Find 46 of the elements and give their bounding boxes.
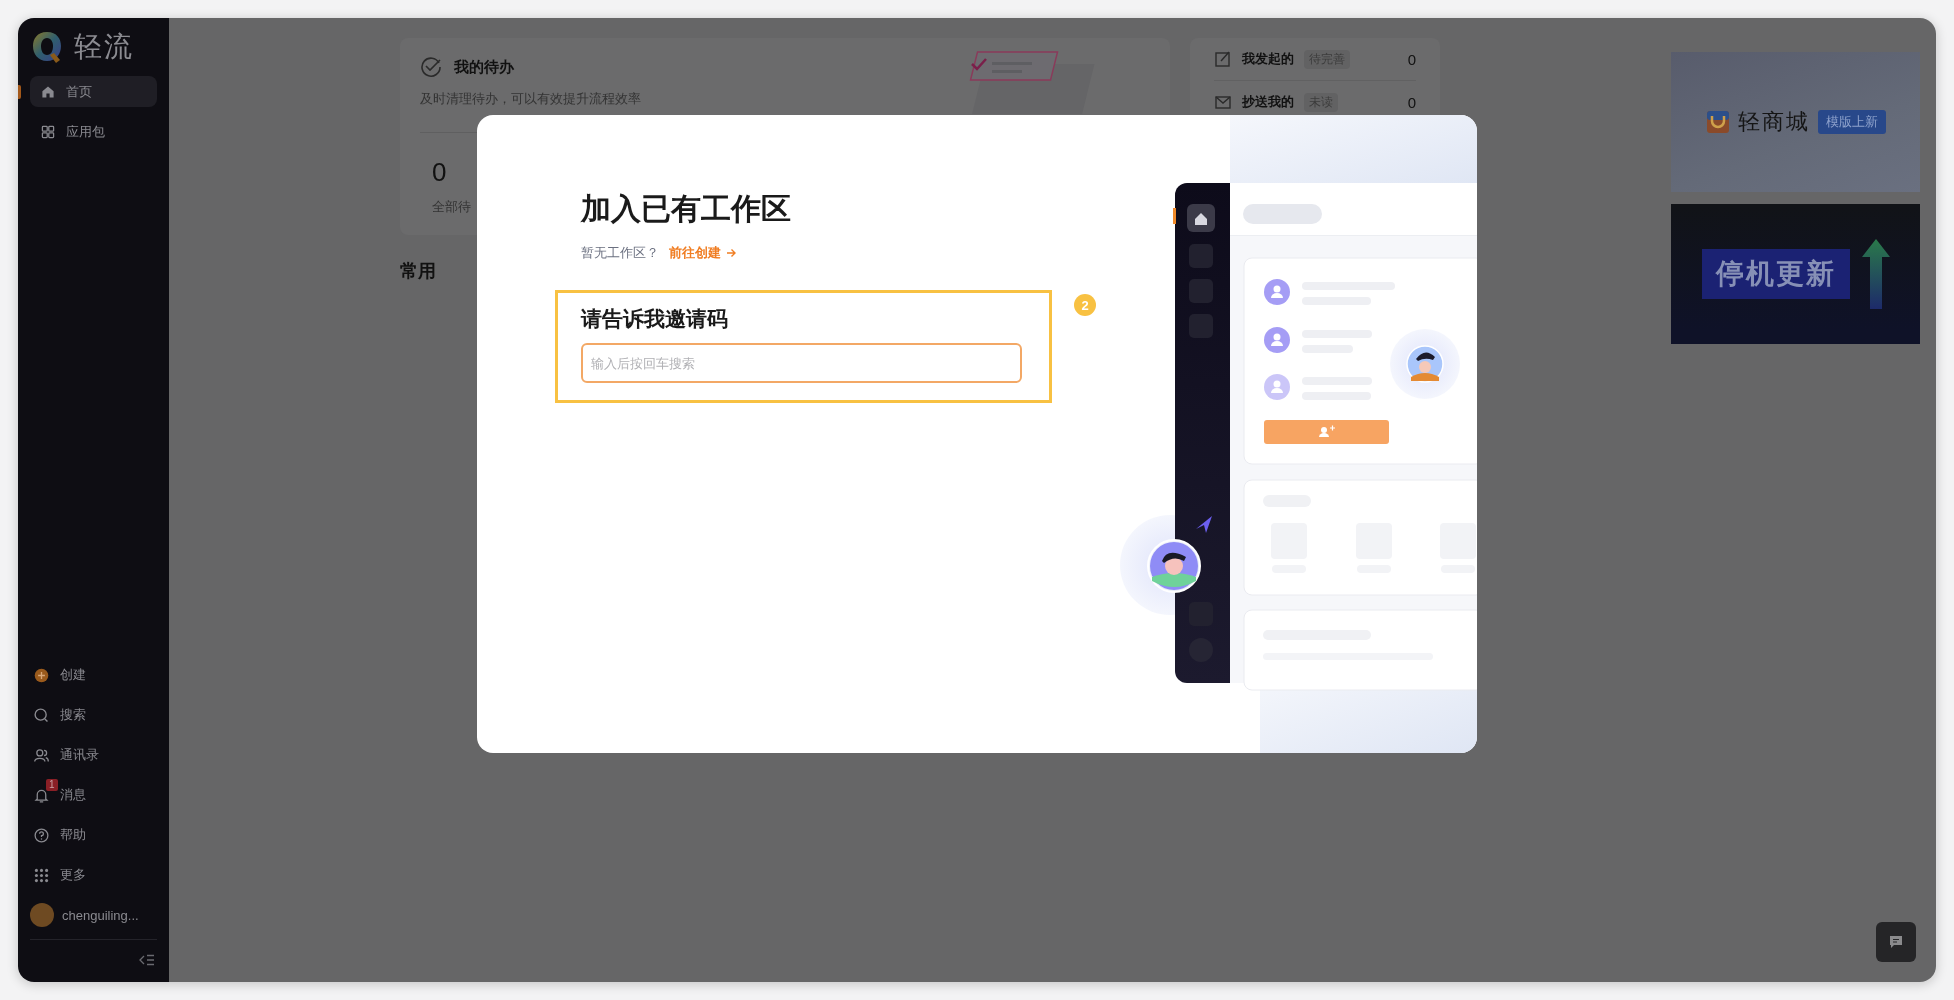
banner-title: 轻商城 bbox=[1737, 108, 1810, 136]
row-count: 0 bbox=[1407, 93, 1416, 111]
check-circle-icon bbox=[420, 56, 442, 78]
sidebar-item[interactable]: 通讯录 bbox=[18, 735, 169, 775]
banner-title: 停机更新 bbox=[1701, 249, 1850, 299]
sidebar-item[interactable]: 创建 bbox=[18, 655, 169, 695]
chat-button[interactable] bbox=[1876, 922, 1916, 962]
field-label: 请告诉我邀请码 bbox=[581, 306, 729, 332]
card-title: 我的待办 bbox=[454, 57, 514, 77]
promo-banner[interactable]: 停机更新 bbox=[1671, 204, 1920, 344]
help-icon bbox=[33, 826, 50, 844]
contacts-icon bbox=[33, 746, 50, 764]
sidebar-item[interactable]: 消息 1 bbox=[18, 775, 169, 815]
chat-icon bbox=[1889, 935, 1903, 949]
nav-item[interactable]: 首页 bbox=[30, 76, 157, 107]
collapse-icon[interactable] bbox=[139, 954, 155, 966]
grid-icon bbox=[40, 123, 56, 140]
active-indicator bbox=[18, 85, 21, 99]
edit-icon bbox=[1214, 50, 1232, 68]
user-avatar[interactable] bbox=[30, 903, 54, 927]
hint-text: 暂无工作区？ bbox=[581, 244, 659, 262]
section-title: 常用 bbox=[400, 260, 437, 283]
sidebar-item[interactable]: 更多 bbox=[18, 855, 169, 895]
todo-count: 0 bbox=[432, 157, 447, 188]
notification-badge: 1 bbox=[46, 779, 58, 791]
mail-icon bbox=[1214, 93, 1232, 111]
dialog-title: 加入已有工作区 bbox=[581, 191, 792, 227]
row-label: 抄送我的 bbox=[1242, 93, 1294, 111]
row-count: 0 bbox=[1407, 50, 1416, 68]
arrow-right-icon bbox=[725, 247, 737, 259]
banner-tag: 模版上新 bbox=[1817, 110, 1886, 134]
apps-icon bbox=[33, 866, 50, 884]
sidebar-item[interactable]: 搜索 bbox=[18, 695, 169, 735]
arrow-up-icon bbox=[1861, 239, 1890, 309]
step-badge: 2 bbox=[1074, 294, 1096, 316]
shop-logo-icon bbox=[1705, 110, 1730, 134]
plus-circle-icon bbox=[33, 666, 50, 684]
row-label: 我发起的 bbox=[1242, 50, 1294, 68]
search-icon bbox=[33, 706, 50, 724]
sidebar-item[interactable]: 帮助 bbox=[18, 815, 169, 855]
user-name[interactable]: chenguiling... bbox=[62, 907, 139, 923]
promo-banner[interactable]: 轻商城 模版上新 bbox=[1671, 52, 1920, 192]
invite-code-field[interactable]: 输入后按回车搜索 bbox=[581, 343, 1022, 383]
logo-icon bbox=[30, 30, 64, 64]
nav-item[interactable]: 应用包 bbox=[30, 116, 157, 147]
app-name: 轻流 bbox=[74, 30, 134, 64]
